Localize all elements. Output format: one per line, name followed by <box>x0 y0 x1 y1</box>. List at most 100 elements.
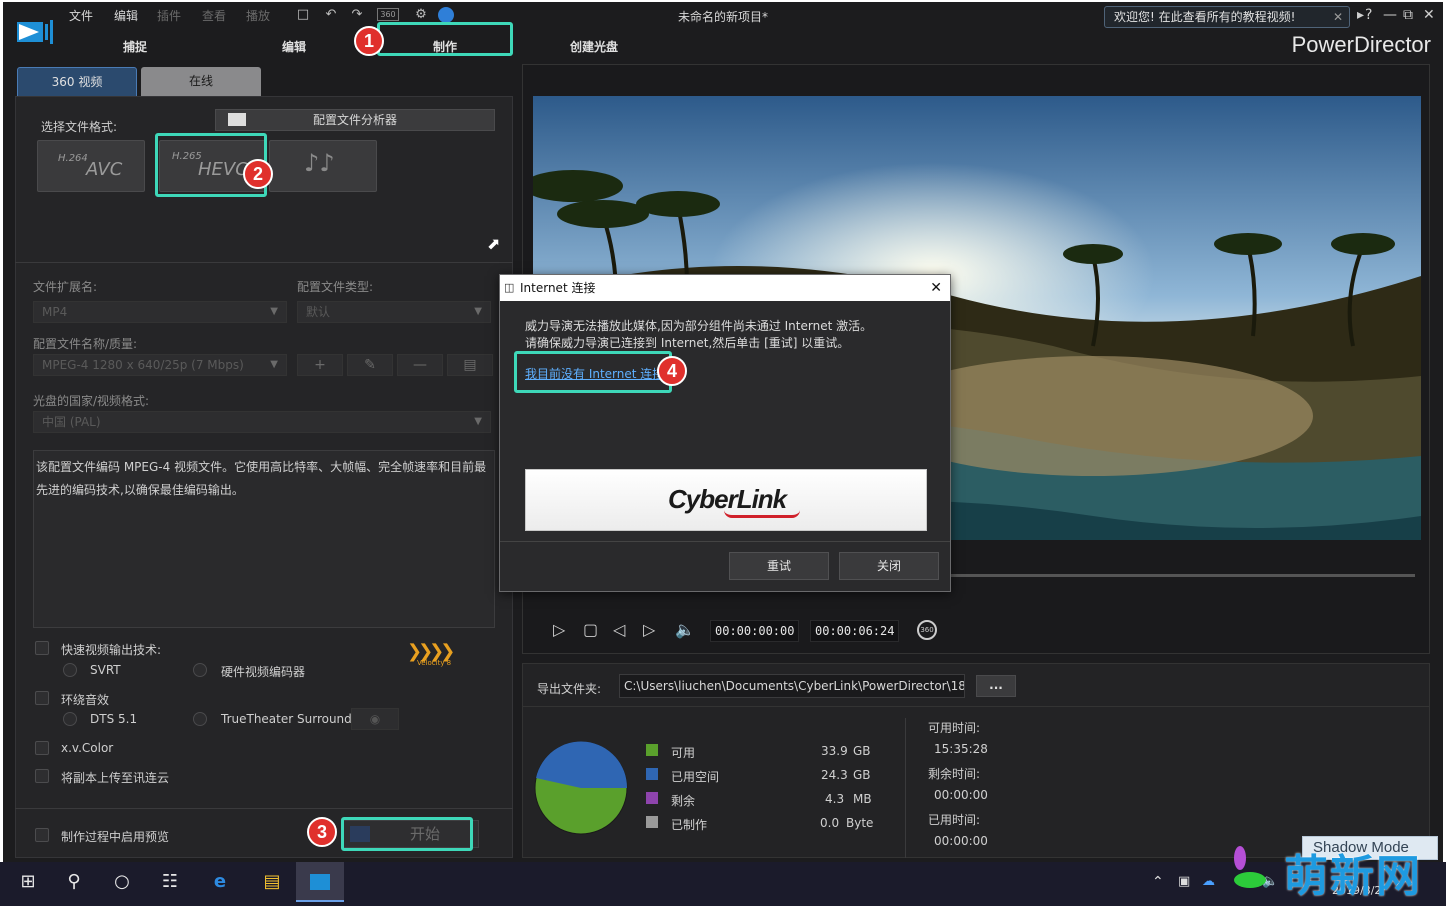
profile-list-icon[interactable]: ▤ <box>447 354 493 376</box>
enable-preview-label: 制作过程中启用预览 <box>61 830 170 844</box>
tray-app-icon[interactable]: ▣ <box>1178 874 1190 889</box>
dts-radio[interactable] <box>63 712 77 726</box>
profile-quality-dropdown[interactable]: MPEG-4 1280 x 640/25p (7 Mbps) ▼ <box>33 354 287 376</box>
fast-render-checkbox[interactable] <box>35 641 49 655</box>
dialog-title: Internet 连接 <box>520 281 596 295</box>
redo-icon[interactable]: ↷ <box>349 7 365 23</box>
divider <box>522 706 1430 707</box>
surround-sound-label: 环绕音效 <box>61 693 110 707</box>
hardware-encoder-radio[interactable] <box>193 663 207 677</box>
surround-sound-checkbox[interactable] <box>35 691 49 705</box>
volume-icon[interactable]: 🔈 <box>675 620 695 639</box>
fast-render-label: 快速视频输出技术: <box>61 643 162 657</box>
available-time-value: 15:35:28 <box>934 742 988 756</box>
disc-format-value: 中国 (PAL) <box>42 415 101 429</box>
close-button[interactable]: 关闭 <box>839 552 939 580</box>
360-mode-icon[interactable]: 360 <box>917 620 937 640</box>
file-extension-dropdown[interactable]: MP4 ▼ <box>33 301 287 323</box>
subtab-360-video[interactable]: 360 视频 <box>17 67 137 97</box>
timecode-current: 00:00:00:00 <box>710 620 800 642</box>
add-profile-button[interactable]: + <box>297 354 343 376</box>
legend-remaining-unit: MB <box>853 792 872 806</box>
retry-button[interactable]: 重试 <box>729 552 829 580</box>
file-explorer-icon[interactable]: ▤ <box>248 862 296 902</box>
truetheater-radio[interactable] <box>193 712 207 726</box>
truetheater-settings-eye-icon[interactable]: ◉ <box>351 708 399 730</box>
legend-available-label: 可用 <box>671 746 696 760</box>
legend-remaining-value: 4.3 <box>825 792 845 806</box>
disc-format-dropdown[interactable]: 中国 (PAL) ▼ <box>33 411 491 433</box>
menu-edit[interactable]: 编辑 <box>114 7 138 24</box>
tray-chevron-up-icon[interactable]: ⌃ <box>1152 874 1164 890</box>
step-badge-3: 3 <box>307 817 337 847</box>
remove-profile-button[interactable]: — <box>397 354 443 376</box>
menu-file[interactable]: 文件 <box>69 7 93 24</box>
close-window-icon[interactable]: ✕ <box>1423 7 1435 23</box>
legend-available-value: 33.9 <box>821 744 848 758</box>
svrt-radio[interactable] <box>63 663 77 677</box>
cortana-circle-icon[interactable]: ○ <box>98 862 146 902</box>
profile-type-dropdown[interactable]: 默认 ▼ <box>297 301 491 323</box>
task-view-icon[interactable]: ☷ <box>146 862 194 902</box>
export-folder-path[interactable]: C:\Users\liuchen\Documents\CyberLink\Pow… <box>619 674 965 698</box>
chevron-right-icon[interactable]: ▸ <box>1357 7 1364 23</box>
music-notes-icon: ♪♪ <box>304 149 335 177</box>
stop-icon[interactable]: ▢ <box>583 620 598 639</box>
help-icon[interactable]: ? <box>1365 7 1372 23</box>
profile-description: 该配置文件编码 MPEG-4 视频文件。它使用高比特率、大帧幅、完全帧速率和目前… <box>33 450 495 628</box>
360-toggle[interactable]: 360 <box>377 8 399 21</box>
menu-view[interactable]: 查看 <box>202 7 226 24</box>
notification-bell-icon[interactable] <box>438 7 454 23</box>
step-badge-2: 2 <box>243 159 273 189</box>
onedrive-cloud-icon[interactable]: ☁ <box>1202 874 1215 889</box>
legend-available-unit: GB <box>853 744 871 758</box>
step-badge-1: 1 <box>354 26 384 56</box>
export-folder-label: 导出文件夹: <box>537 682 602 696</box>
powerdirector-logo <box>15 16 55 46</box>
legend-swatch-produced <box>646 816 658 828</box>
banner-close-icon[interactable]: ✕ <box>1333 7 1343 27</box>
dialog-message-line1: 威力导演无法播放此媒体,因为部分组件尚未通过 Internet 激活。 <box>525 319 873 333</box>
tab-create-disc[interactable]: 创建光盘 <box>570 38 618 55</box>
play-icon[interactable]: ▷ <box>553 620 565 639</box>
upload-cloud-checkbox[interactable] <box>35 769 49 783</box>
format-audio[interactable]: ♪♪ <box>269 140 377 192</box>
undo-icon[interactable]: ↶ <box>323 7 339 23</box>
subtab-online[interactable]: 在线 <box>141 67 261 97</box>
browse-folder-button[interactable]: ... <box>976 675 1016 697</box>
minimize-icon[interactable]: — <box>1383 7 1397 23</box>
search-icon[interactable]: ⚲ <box>50 862 98 902</box>
next-frame-icon[interactable]: ▷ <box>643 620 655 639</box>
profile-type-label: 配置文件类型: <box>297 280 374 294</box>
welcome-tutorial-banner[interactable]: 欢迎您! 在此查看所有的教程视频! ✕ <box>1104 6 1350 28</box>
windows-start-icon[interactable]: ⊞ <box>4 862 52 902</box>
film-clapper-icon <box>228 113 246 126</box>
document-title: 未命名的新项目* <box>677 10 768 24</box>
analyzer-label: 配置文件分析器 <box>312 113 397 127</box>
save-icon[interactable]: □ <box>295 7 311 23</box>
legend-swatch-used <box>646 768 658 780</box>
edit-profile-pencil-icon[interactable]: ✎ <box>347 354 393 376</box>
previous-frame-icon[interactable]: ◁ <box>613 620 625 639</box>
enable-preview-checkbox[interactable] <box>35 828 49 842</box>
profile-analyzer-button[interactable]: 配置文件分析器 <box>215 109 495 131</box>
menu-plugins[interactable]: 插件 <box>157 7 181 24</box>
tab-capture[interactable]: 捕捉 <box>123 38 147 55</box>
restore-icon[interactable]: ⧉ <box>1403 7 1413 23</box>
divider <box>500 541 950 542</box>
profile-quality-value: MPEG-4 1280 x 640/25p (7 Mbps) <box>42 358 244 372</box>
chevron-down-icon: ▼ <box>270 306 278 317</box>
settings-gear-icon[interactable]: ⚙ <box>413 7 429 23</box>
remaining-time-label: 剩余时间: <box>928 767 981 781</box>
legend-swatch-remaining <box>646 792 658 804</box>
xvcolor-checkbox[interactable] <box>35 741 49 755</box>
upload-cloud-label: 将副本上传至讯连云 <box>61 771 170 785</box>
menu-playback[interactable]: 播放 <box>246 7 270 24</box>
tab-edit[interactable]: 编辑 <box>282 38 306 55</box>
remaining-time-value: 00:00:00 <box>934 788 988 802</box>
powerdirector-taskbar-icon[interactable] <box>296 862 344 902</box>
elapsed-time-label: 已用时间: <box>928 813 981 827</box>
format-h264-avc[interactable]: H.264 AVC <box>37 140 145 192</box>
dialog-close-icon[interactable]: ✕ <box>930 275 942 301</box>
edge-browser-icon[interactable]: e <box>196 862 244 902</box>
